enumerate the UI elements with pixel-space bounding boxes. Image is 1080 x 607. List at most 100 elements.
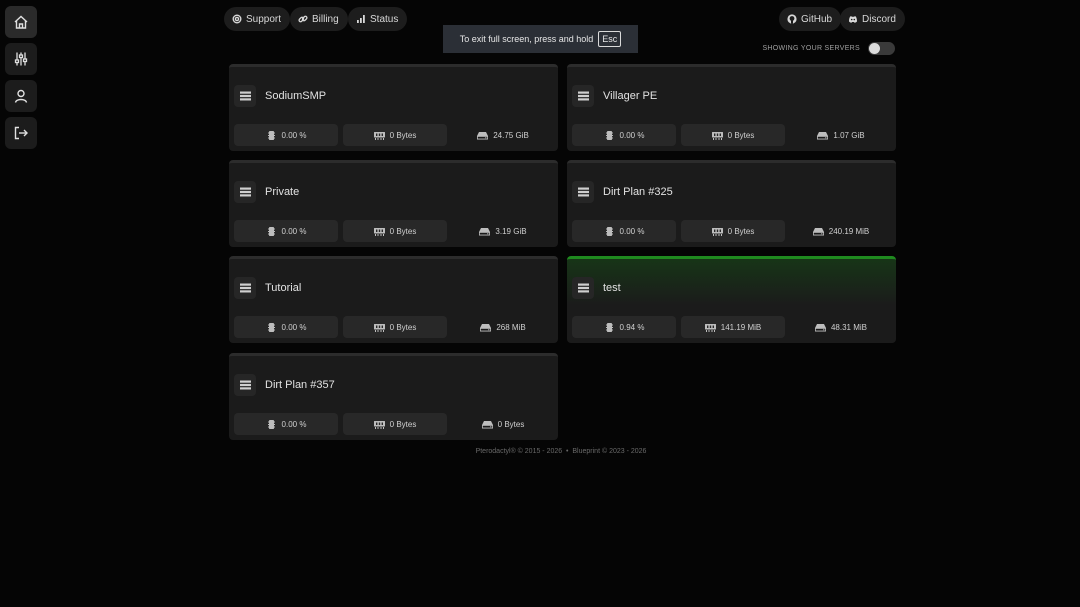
server-header: Tutorial	[234, 277, 301, 299]
sidebar-item-home[interactable]	[5, 6, 37, 38]
server-card[interactable]: Dirt Plan #357 0.00 % 0 Bytes 0 Bytes	[229, 353, 558, 440]
memory-stat: 0 Bytes	[343, 316, 447, 338]
footer-separator: •	[566, 448, 569, 455]
sidebar-item-logout[interactable]	[5, 117, 37, 149]
disk-stat: 1.07 GiB	[790, 124, 892, 146]
disk-value: 24.75 GiB	[493, 130, 529, 140]
disk-value: 3.19 GiB	[495, 226, 527, 236]
server-icon	[577, 91, 589, 101]
memory-icon	[704, 323, 716, 332]
server-stats: 0.94 % 141.19 MiB 48.31 MiB	[572, 316, 892, 338]
billing-button[interactable]: Billing	[290, 7, 348, 31]
fullscreen-notice-text: To exit full screen, press and hold	[459, 34, 594, 44]
disk-value: 48.31 MiB	[830, 322, 868, 332]
hdd-icon	[481, 420, 493, 428]
memory-value: 0 Bytes	[389, 130, 417, 140]
sign-out-icon	[14, 126, 28, 140]
server-card[interactable]: SodiumSMP 0.00 % 0 Bytes 24.75 GiB	[229, 64, 558, 151]
server-stats: 0.00 % 0 Bytes 3.19 GiB	[234, 220, 554, 242]
server-icon	[239, 187, 251, 197]
server-icon-box	[572, 277, 594, 299]
server-header: Dirt Plan #325	[572, 181, 673, 203]
server-filter: SHOWING YOUR SERVERS	[762, 42, 895, 55]
disk-stat: 240.19 MiB	[790, 220, 892, 242]
server-card[interactable]: Villager PE 0.00 % 0 Bytes 1.07 GiB	[567, 64, 896, 151]
cpu-icon	[267, 130, 275, 140]
bar-chart-icon	[357, 15, 365, 23]
cpu-value: 0.00 %	[281, 419, 307, 429]
server-name: test	[603, 282, 621, 294]
disk-value: 0 Bytes	[497, 419, 525, 429]
hdd-icon	[480, 323, 492, 331]
github-label: GitHub	[801, 13, 833, 25]
cpu-icon	[267, 322, 275, 332]
memory-value: 0 Bytes	[727, 226, 755, 236]
server-header: test	[572, 277, 621, 299]
server-icon-box	[234, 277, 256, 299]
memory-icon	[373, 420, 385, 429]
discord-button[interactable]: Discord	[840, 7, 905, 31]
hdd-icon	[812, 227, 824, 235]
hdd-icon	[477, 131, 489, 139]
sidebar	[5, 6, 37, 154]
sidebar-item-account[interactable]	[5, 80, 37, 112]
server-card[interactable]: test 0.94 % 141.19 MiB 48.31 MiB	[567, 256, 896, 343]
cpu-stat: 0.00 %	[572, 124, 676, 146]
discord-label: Discord	[862, 13, 896, 25]
server-icon	[239, 91, 251, 101]
memory-stat: 0 Bytes	[681, 124, 785, 146]
server-name: Villager PE	[603, 90, 658, 102]
server-stats: 0.00 % 0 Bytes 24.75 GiB	[234, 124, 554, 146]
sidebar-item-settings[interactable]	[5, 43, 37, 75]
server-card[interactable]: Private 0.00 % 0 Bytes 3.19 GiB	[229, 160, 558, 247]
cpu-value: 0.94 %	[619, 322, 645, 332]
server-icon-box	[234, 181, 256, 203]
cpu-stat: 0.00 %	[234, 124, 338, 146]
cpu-value: 0.00 %	[281, 130, 307, 140]
memory-stat: 0 Bytes	[343, 124, 447, 146]
cpu-icon	[605, 322, 613, 332]
hdd-icon	[814, 323, 826, 331]
server-header: Villager PE	[572, 85, 657, 107]
server-icon	[577, 187, 589, 197]
memory-icon	[711, 227, 723, 236]
cpu-value: 0.00 %	[619, 226, 645, 236]
cpu-icon	[605, 130, 613, 140]
server-header: SodiumSMP	[234, 85, 326, 107]
discord-icon	[849, 16, 857, 23]
disk-value: 240.19 MiB	[828, 226, 870, 236]
server-card[interactable]: Tutorial 0.00 % 0 Bytes 268 MiB	[229, 256, 558, 343]
memory-icon	[373, 131, 385, 140]
memory-stat: 141.19 MiB	[681, 316, 785, 338]
disk-stat: 0 Bytes	[452, 413, 554, 435]
memory-value: 0 Bytes	[389, 419, 417, 429]
status-button[interactable]: Status	[348, 7, 408, 31]
sliders-icon	[14, 52, 28, 66]
server-icon	[239, 380, 251, 390]
home-icon	[14, 15, 28, 29]
memory-value: 141.19 MiB	[720, 322, 762, 332]
server-stats: 0.00 % 0 Bytes 268 MiB	[234, 316, 554, 338]
hdd-icon	[817, 131, 829, 139]
github-button[interactable]: GitHub	[779, 7, 842, 31]
esc-key: Esc	[598, 31, 622, 47]
toggle-knob	[869, 43, 880, 54]
cpu-stat: 0.00 %	[234, 316, 338, 338]
server-card[interactable]: Dirt Plan #325 0.00 % 0 Bytes 240.19 MiB	[567, 160, 896, 247]
cpu-stat: 0.94 %	[572, 316, 676, 338]
disk-value: 1.07 GiB	[833, 130, 865, 140]
memory-value: 0 Bytes	[727, 130, 755, 140]
memory-stat: 0 Bytes	[343, 413, 447, 435]
lifebuoy-icon	[232, 14, 242, 24]
status-label: Status	[370, 13, 399, 25]
server-name: SodiumSMP	[265, 90, 327, 102]
cpu-value: 0.00 %	[619, 130, 645, 140]
memory-icon	[711, 131, 723, 140]
pterodactyl-copyright[interactable]: Pterodactyl® © 2015 - 2026	[476, 448, 563, 455]
server-header: Dirt Plan #357	[234, 374, 335, 396]
support-button[interactable]: Support	[224, 7, 291, 31]
blueprint-copyright[interactable]: Blueprint © 2023 - 2026	[572, 448, 646, 455]
server-filter-toggle[interactable]	[868, 42, 895, 55]
disk-stat: 24.75 GiB	[452, 124, 554, 146]
server-icon	[239, 283, 251, 293]
